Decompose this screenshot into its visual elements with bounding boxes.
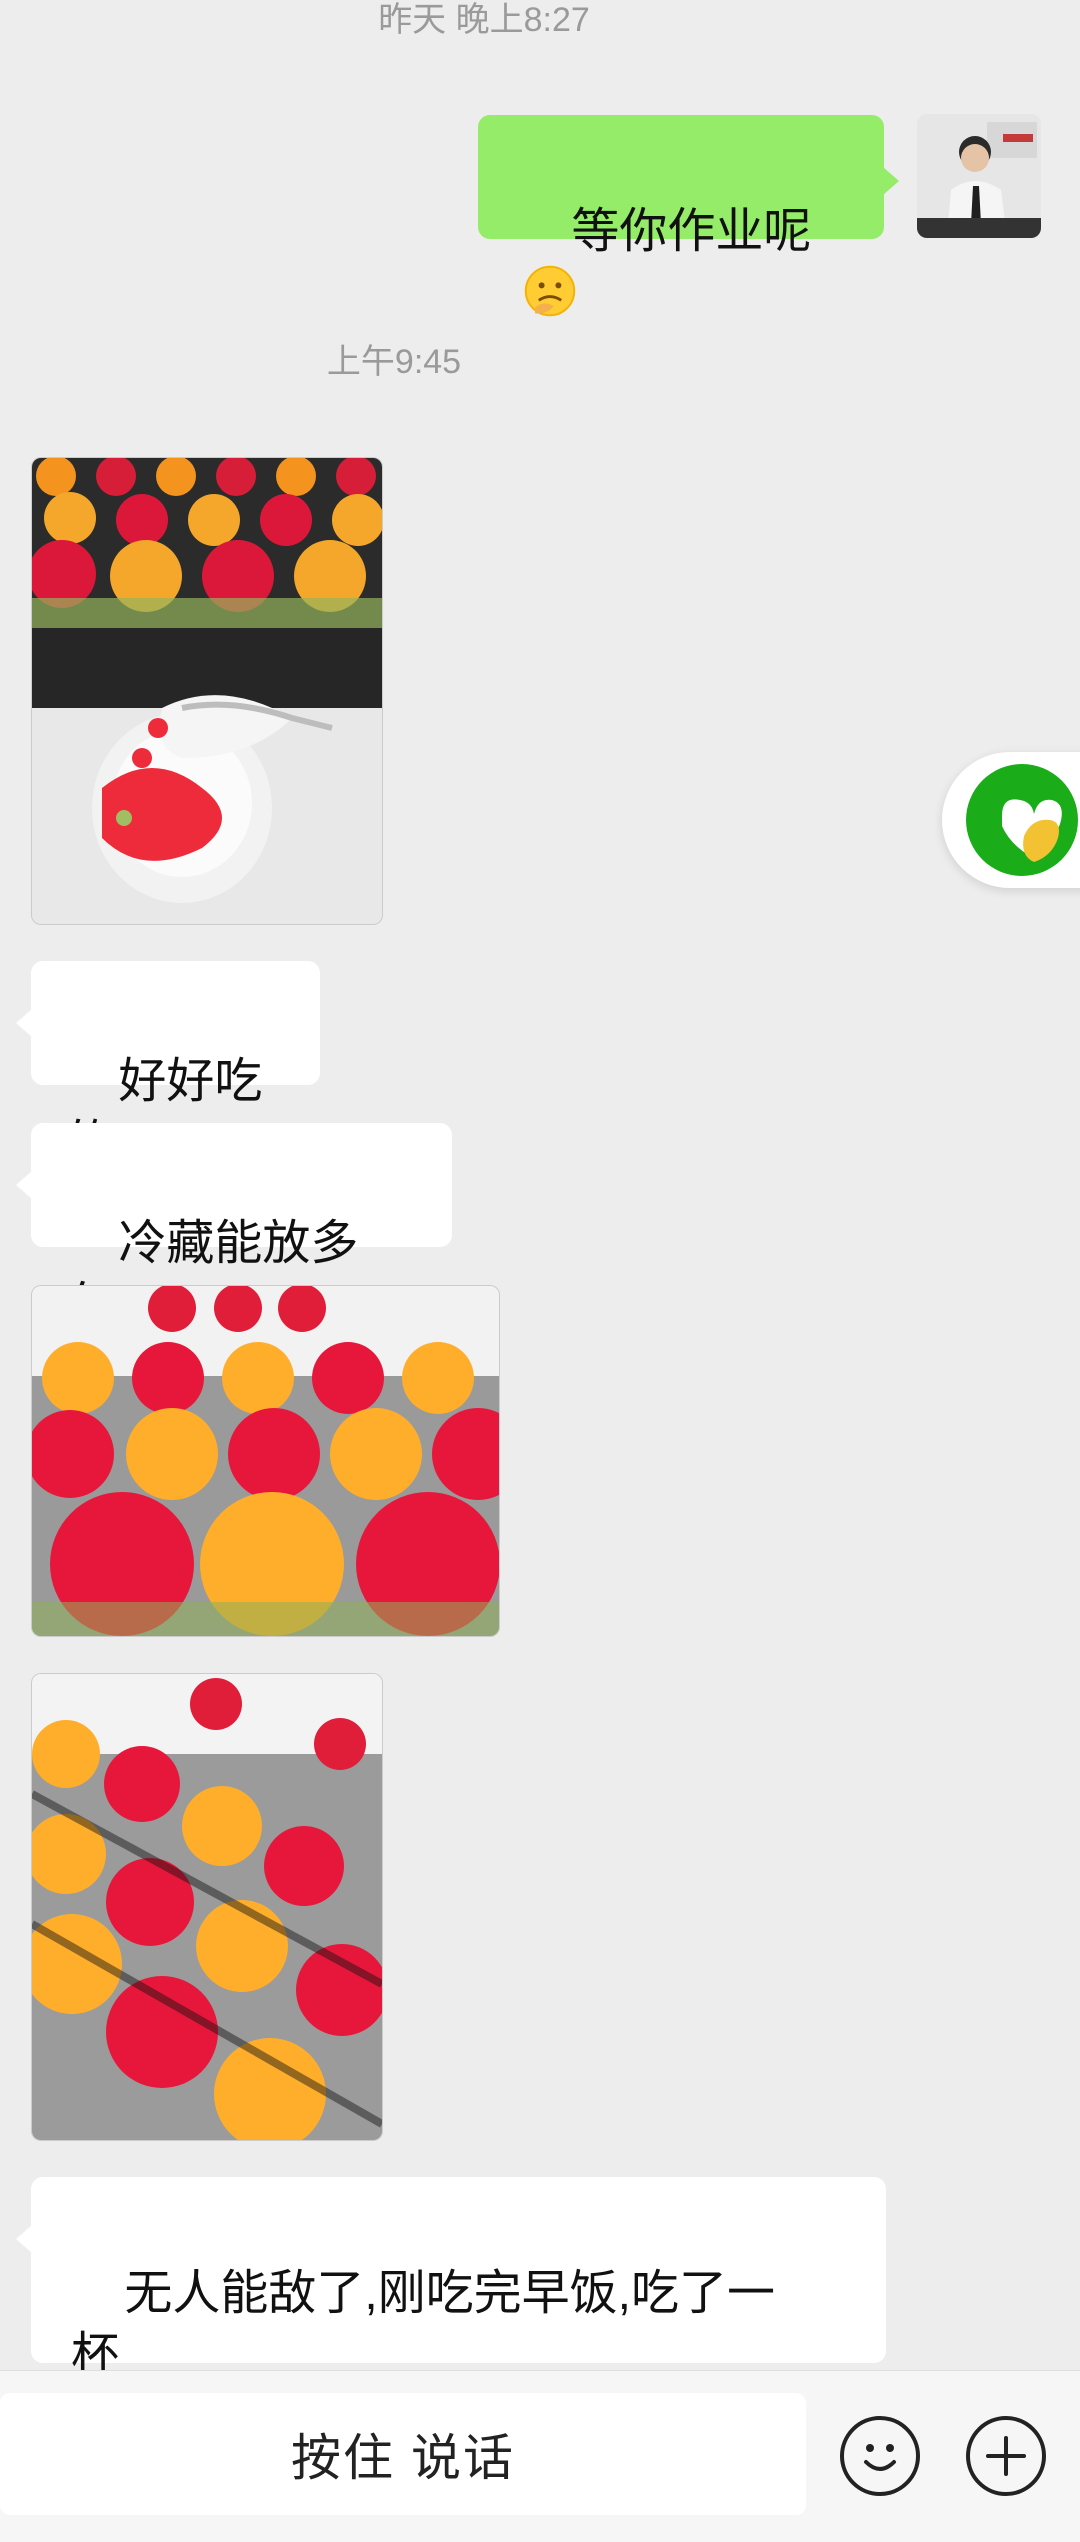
plus-icon: [986, 2436, 1026, 2476]
image-message[interactable]: [31, 1285, 500, 1637]
message-text: 无人能敌了,刚吃完早饭,吃了一 杯: [71, 2267, 776, 2370]
incoming-message-bubble[interactable]: 无人能敌了,刚吃完早饭,吃了一 杯: [16, 2177, 886, 2370]
incoming-message-bubble[interactable]: 好好吃的: [16, 961, 320, 1170]
heart-app-icon: [966, 764, 1078, 876]
outgoing-message-bubble[interactable]: 等你作业呢: [478, 115, 899, 317]
dessert-cups-photo-icon: [32, 1674, 382, 2140]
plus-button[interactable]: [966, 2416, 1046, 2496]
input-toolbar: 按住 说话: [0, 2370, 1080, 2542]
image-message[interactable]: [31, 1673, 383, 2141]
timestamp: 昨天 晚上8:27: [378, 1, 590, 39]
message-text: 等你作业呢: [571, 205, 812, 258]
smiley-icon: [864, 2444, 896, 2471]
dessert-cups-photo-icon: [32, 1286, 499, 1636]
image-message[interactable]: [31, 457, 383, 925]
hold-to-talk-button[interactable]: 按住 说话: [0, 2393, 806, 2515]
emoji-button[interactable]: [840, 2416, 920, 2496]
floating-app-button[interactable]: [942, 752, 1080, 888]
timestamp: 上午9:45: [326, 343, 462, 381]
person-photo-icon: [917, 114, 1041, 238]
dessert-cups-photo-icon: [32, 458, 382, 924]
incoming-message-bubble[interactable]: 冷藏能放多久?: [16, 1123, 452, 1332]
voice-button-label: 按住 说话: [291, 2430, 515, 2486]
chat-area[interactable]: 昨天 晚上8:27 等你作业呢 上午9:45 好好吃 冷藏能放多 无人能敌了,刚…: [0, 0, 1080, 2370]
thinking-emoji-icon: [524, 265, 576, 317]
avatar[interactable]: [917, 114, 1041, 238]
